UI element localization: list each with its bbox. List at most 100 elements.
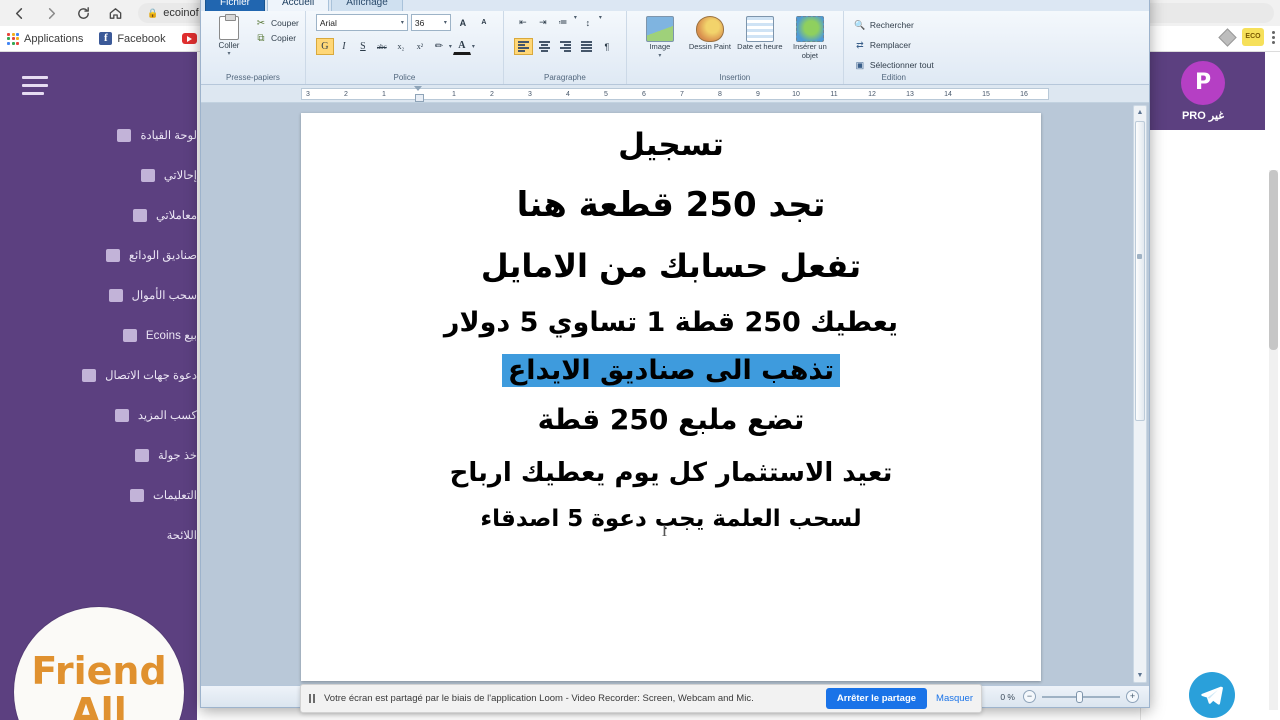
bold-button[interactable]: G [315,38,334,55]
stop-sharing-button[interactable]: Arrêter le partage [825,688,928,709]
sidebar-item-earn-more[interactable]: كسب المزيد [0,395,197,435]
sidebar-item-label: بيع Ecoins [145,330,197,342]
ribbon-group-paragraph: ⇤ ⇥ ≔ ▾ ↕ ▾ ¶ Paragraphe [502,11,626,84]
align-left-button[interactable] [513,38,533,55]
zoom-out-button[interactable]: − [1023,690,1036,703]
deposit-boxes-icon [105,248,120,262]
indent-marker[interactable] [414,85,424,103]
tab-affichage[interactable]: Affichage [331,0,403,11]
home-icon[interactable] [106,4,124,22]
increase-indent-button[interactable]: ⇥ [534,14,552,31]
chevron-down-icon[interactable]: ▾ [227,50,230,57]
zoom-slider-thumb[interactable] [1076,690,1083,703]
sidebar-item-sell-ecoins[interactable]: بيع Ecoins [0,315,197,355]
justify-button[interactable] [577,38,596,55]
chevron-down-icon[interactable]: ▾ [472,43,475,50]
invite-contacts-icon [82,368,97,382]
back-icon[interactable] [10,4,28,22]
sidebar-item-invite-contacts[interactable]: دعوة جهات الاتصال [0,355,197,395]
chevron-down-icon[interactable]: ▾ [449,43,452,50]
paint-drawing-button[interactable]: Dessin Paint [687,14,733,52]
wordpad-ribbon: Coller ▾ ✂ Couper ⧉ Copier Presse-papier… [201,11,1149,85]
pause-icon[interactable] [309,694,315,703]
pro-status-badge: غير PRO [1181,109,1225,122]
strikethrough-button[interactable]: abc [373,38,391,55]
copy-button[interactable]: ⧉ Copier [255,32,299,44]
select-all-button[interactable]: ▣ Sélectionner tout [854,57,934,73]
bookmark-applications[interactable]: Applications [7,32,83,45]
insert-picture-button[interactable]: Image ▾ [637,14,683,59]
sidebar-item-referrals[interactable]: إحالاتي [0,155,197,195]
sidebar-item-withdraw[interactable]: سحب الأموال [0,275,197,315]
grow-font-button[interactable]: A [454,14,472,31]
page-scrollbar-thumb[interactable] [1269,170,1278,350]
insert-picture-label: Image [649,42,671,51]
font-size-select[interactable]: 36 ▾ [410,14,451,31]
sidebar-item-transactions[interactable]: معاملاتي [0,195,197,235]
document-line: تضع ملبع 250 قطة [537,403,805,436]
shrink-font-label: A [481,19,487,26]
sidebar-item-rules[interactable]: اللائحة [0,515,197,555]
document-line: تفعل حسابك من الامايل [480,247,862,285]
bookmark-label: Facebook [117,32,166,45]
find-button[interactable]: 🔍 Rechercher [854,17,914,33]
insert-object-button[interactable]: Insérer un objet [787,14,833,60]
font-color-button[interactable]: A [452,38,471,55]
underline-button[interactable]: S [354,38,372,55]
chevron-down-icon[interactable]: ▾ [574,14,577,31]
align-right-button[interactable] [556,38,575,55]
facebook-icon: f [99,32,113,45]
chevron-down-icon[interactable]: ▾ [599,14,602,31]
browser-menu-icon[interactable] [1272,30,1276,44]
text-highlight-button[interactable]: ✏ [430,38,448,55]
paste-button[interactable]: Coller ▾ [207,14,251,57]
loom-share-message: Votre écran est partagé par le biais de … [324,693,754,704]
font-family-select[interactable]: Arial ▾ [315,14,408,31]
sidebar-item-deposit-boxes[interactable]: صناديق الودائع [0,235,197,275]
zoom-slider[interactable] [1042,690,1120,703]
bookmark-youtube[interactable] [181,33,197,44]
cut-button[interactable]: ✂ Couper [255,17,299,29]
align-center-button[interactable] [535,38,554,55]
insert-object-label: Insérer un objet [793,42,827,60]
hide-bar-button[interactable]: Masquer [936,693,973,704]
pro-status-card[interactable]: P غير PRO [1141,52,1265,130]
line-spacing-button[interactable]: ↕ [579,14,597,31]
ribbon-group-font: Arial ▾ 36 ▾ A A G I S abc x₂ x² ✏ ▾ A ▾… [304,11,503,84]
shrink-font-button[interactable]: A [475,14,493,31]
document-scrollbar-thumb[interactable] [1135,121,1145,421]
page-scrollbar[interactable] [1269,170,1278,710]
forward-icon[interactable] [42,4,60,22]
wordpad-ruler[interactable]: 3 2 1 1 2 3 4 5 6 7 8 9 10 11 12 13 14 1… [201,85,1149,103]
superscript-button[interactable]: x² [411,38,429,55]
chevron-down-icon[interactable]: ▾ [444,19,447,26]
bookmark-facebook[interactable]: f Facebook [99,32,166,45]
sidebar-item-take-tour[interactable]: خذ جولة [0,435,197,475]
chevron-down-icon[interactable]: ▾ [401,19,404,26]
scroll-up-icon[interactable]: ▲ [1134,106,1146,119]
tab-fichier[interactable]: Fichier [205,0,266,11]
scroll-down-icon[interactable]: ▼ [1134,669,1146,682]
extension-diamond-icon[interactable] [1218,27,1237,47]
extension-badge-icon[interactable]: ECO [1242,28,1264,46]
telegram-icon[interactable] [1189,672,1235,718]
bullets-button[interactable]: ≔ [554,14,572,31]
tab-accueil[interactable]: Accueil [267,0,330,11]
subscript-button[interactable]: x₂ [392,38,410,55]
ruler-tick: 2 [490,90,494,98]
reload-icon[interactable] [74,4,92,22]
menu-icon[interactable] [22,76,48,95]
document-scrollbar[interactable]: ▲ ▼ [1133,105,1147,683]
italic-button[interactable]: I [335,38,353,55]
paragraph-settings-button[interactable]: ¶ [598,38,616,55]
chevron-down-icon[interactable]: ▾ [658,52,661,59]
decrease-indent-button[interactable]: ⇤ [514,14,532,31]
sidebar-item-instructions[interactable]: التعليمات [0,475,197,515]
replace-button[interactable]: ⇄ Remplacer [854,37,911,53]
ruler-tick: 12 [868,90,876,98]
sidebar-item-label: دعوة جهات الاتصال [105,370,197,382]
date-time-button[interactable]: Date et heure [737,14,783,52]
sidebar-item-dashboard[interactable]: لوحة القيادة [0,115,197,155]
zoom-in-button[interactable]: + [1126,690,1139,703]
document-page[interactable]: تسجيل تجد 250 قطعة هنا تفعل حسابك من الا… [301,113,1041,681]
